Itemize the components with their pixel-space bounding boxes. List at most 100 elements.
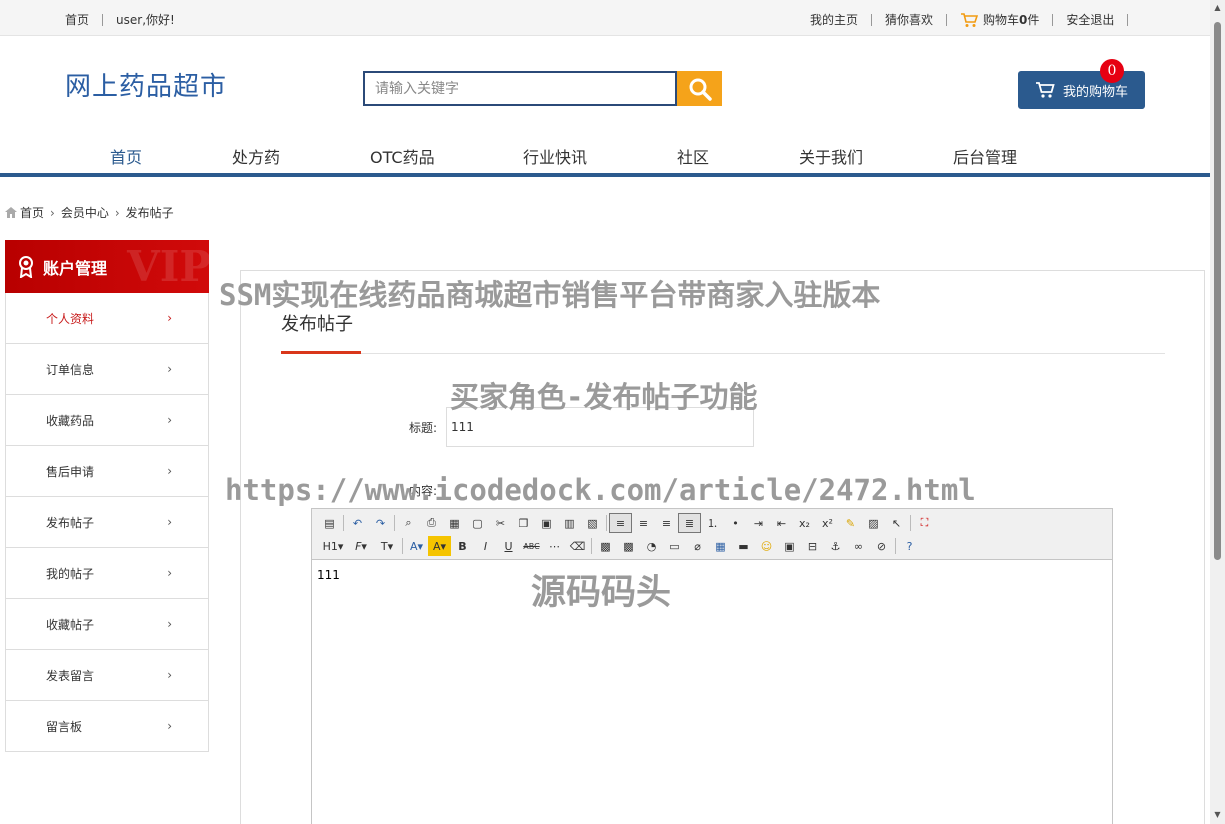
scroll-down-icon[interactable]: ▼: [1213, 810, 1222, 819]
superscript-icon[interactable]: x²: [816, 513, 839, 533]
font-family-dropdown[interactable]: F ▾: [348, 536, 374, 556]
sidebar-item-profile[interactable]: 个人资料 ›: [5, 293, 209, 344]
cursor-icon[interactable]: ↖: [885, 513, 908, 533]
top-home-link[interactable]: 首页: [65, 11, 89, 28]
watermark-text: 源码码头: [531, 573, 672, 613]
nav-item-news[interactable]: 行业快讯: [523, 144, 587, 168]
outdent-icon[interactable]: ⇤: [770, 513, 793, 533]
sidebar-item-my-posts[interactable]: 我的帖子 ›: [5, 548, 209, 599]
attachment-icon[interactable]: ⌀: [686, 536, 709, 556]
font-color-icon[interactable]: A▾: [405, 536, 428, 556]
map-icon[interactable]: ▣: [778, 536, 801, 556]
insert-hr-icon[interactable]: ▬: [732, 536, 755, 556]
source-icon[interactable]: ▤: [318, 513, 341, 533]
sidebar-item-label: 留言板: [46, 719, 83, 734]
nav-item-otc[interactable]: OTC药品: [370, 144, 435, 168]
nav-item-admin[interactable]: 后台管理: [953, 144, 1017, 168]
hr-icon[interactable]: ⋯: [543, 536, 566, 556]
help-icon[interactable]: ?: [898, 536, 921, 556]
site-logo[interactable]: 网上药品超市: [65, 66, 227, 103]
scrollbar[interactable]: ▲ ▼: [1210, 0, 1225, 824]
cut-icon[interactable]: ✂: [489, 513, 512, 533]
breadcrumb-home[interactable]: 首页: [20, 204, 44, 221]
divider: [1127, 13, 1129, 26]
top-bar: 首页 user,你好! 我的主页 猜你喜欢 购物车 0 件 安全退出: [0, 0, 1210, 36]
nav-item-home[interactable]: 首页: [110, 144, 142, 168]
flash-icon[interactable]: ◔: [640, 536, 663, 556]
strikethrough-icon[interactable]: ABC: [520, 536, 543, 556]
print-icon[interactable]: ⎙: [420, 513, 443, 533]
guess-you-like-link[interactable]: 猜你喜欢: [885, 11, 933, 28]
underline-icon[interactable]: U: [497, 536, 520, 556]
search-input[interactable]: [365, 73, 675, 104]
eraser-icon[interactable]: ⌫: [566, 536, 589, 556]
pagebreak-icon[interactable]: ⊟: [801, 536, 824, 556]
sidebar-item-fav-posts[interactable]: 收藏帖子 ›: [5, 599, 209, 650]
subscript-icon[interactable]: x₂: [793, 513, 816, 533]
align-right-icon[interactable]: ≡: [655, 513, 678, 533]
paste-text-icon[interactable]: ▥: [558, 513, 581, 533]
align-left-icon[interactable]: ≡: [609, 513, 632, 533]
logout-link[interactable]: 安全退出: [1066, 11, 1114, 28]
sidebar-item-orders[interactable]: 订单信息 ›: [5, 344, 209, 395]
sidebar-item-label: 收藏帖子: [46, 617, 95, 632]
select-all-icon[interactable]: ▨: [862, 513, 885, 533]
sidebar-item-leave-message[interactable]: 发表留言 ›: [5, 650, 209, 701]
sidebar-item-publish-post[interactable]: 发布帖子 ›: [5, 497, 209, 548]
image-icon[interactable]: ▩: [594, 536, 617, 556]
redo-icon[interactable]: ↷: [369, 513, 392, 533]
ordered-list-icon[interactable]: ⒈: [701, 513, 724, 533]
table-icon[interactable]: ▦: [709, 536, 732, 556]
my-home-link[interactable]: 我的主页: [810, 11, 858, 28]
cart-icon: [961, 12, 979, 27]
justify-icon[interactable]: ≣: [678, 513, 701, 533]
align-center-icon[interactable]: ≡: [632, 513, 655, 533]
editor-toolbar: ▤ ↶ ↷ ⌕ ⎙ ▦ ▢ ✂ ❐ ▣ ▥ ▧ ≡ ≡ ≡ ≣ ⒈ • ⇥ ⇤ …: [312, 509, 1112, 560]
scroll-thumb[interactable]: [1214, 22, 1221, 560]
preview-icon[interactable]: ⌕: [397, 513, 420, 533]
size-label: T: [380, 539, 388, 553]
bold-icon[interactable]: B: [451, 536, 474, 556]
unordered-list-icon[interactable]: •: [724, 513, 747, 533]
highlight-icon[interactable]: A▾: [428, 536, 451, 556]
breadcrumb-member[interactable]: 会员中心: [61, 204, 109, 221]
anchor-icon[interactable]: ⚓: [824, 536, 847, 556]
multi-image-icon[interactable]: ▩: [617, 536, 640, 556]
unlink-icon[interactable]: ⊘: [870, 536, 893, 556]
editor-content[interactable]: 111: [312, 560, 1112, 590]
sidebar-item-label: 我的帖子: [46, 566, 95, 581]
link-icon[interactable]: ∞: [847, 536, 870, 556]
heading-dropdown[interactable]: H1 ▾: [318, 536, 348, 556]
chevron-right-icon: ›: [167, 617, 172, 631]
emoticon-icon[interactable]: ☺: [755, 536, 778, 556]
nav-item-about[interactable]: 关于我们: [799, 144, 863, 168]
nav-item-community[interactable]: 社区: [677, 144, 709, 168]
my-cart-button[interactable]: 我的购物车: [1018, 71, 1145, 109]
media-icon[interactable]: ▭: [663, 536, 686, 556]
sidebar-item-message-board[interactable]: 留言板 ›: [5, 701, 209, 752]
sidebar-item-fav-drugs[interactable]: 收藏药品 ›: [5, 395, 209, 446]
sidebar: 账户管理 VIP 个人资料 › 订单信息 › 收藏药品 › 售后申请 › 发布帖子 › 我…: [5, 240, 209, 752]
font-size-dropdown[interactable]: T ▾: [374, 536, 400, 556]
chevron-right-icon: ›: [167, 668, 172, 682]
chevron-right-icon: ›: [114, 205, 120, 220]
copy-icon[interactable]: ❐: [512, 513, 535, 533]
scroll-up-icon[interactable]: ▲: [1213, 3, 1222, 12]
paste-word-icon[interactable]: ▧: [581, 513, 604, 533]
title-underline: [281, 351, 361, 354]
divider: [946, 13, 948, 26]
fullscreen-icon[interactable]: ⛶: [913, 513, 936, 533]
template-icon[interactable]: ▦: [443, 513, 466, 533]
nav-item-prescription[interactable]: 处方药: [232, 144, 280, 168]
indent-icon[interactable]: ⇥: [747, 513, 770, 533]
undo-icon[interactable]: ↶: [346, 513, 369, 533]
divider: [102, 13, 104, 26]
search-button[interactable]: [677, 71, 722, 106]
code-icon[interactable]: ▢: [466, 513, 489, 533]
chevron-right-icon: ›: [167, 413, 172, 427]
sidebar-item-after-sales[interactable]: 售后申请 ›: [5, 446, 209, 497]
italic-icon[interactable]: I: [474, 536, 497, 556]
paste-icon[interactable]: ▣: [535, 513, 558, 533]
clear-format-icon[interactable]: ✎: [839, 513, 862, 533]
top-cart-link[interactable]: 购物车 0 件: [960, 11, 1039, 28]
